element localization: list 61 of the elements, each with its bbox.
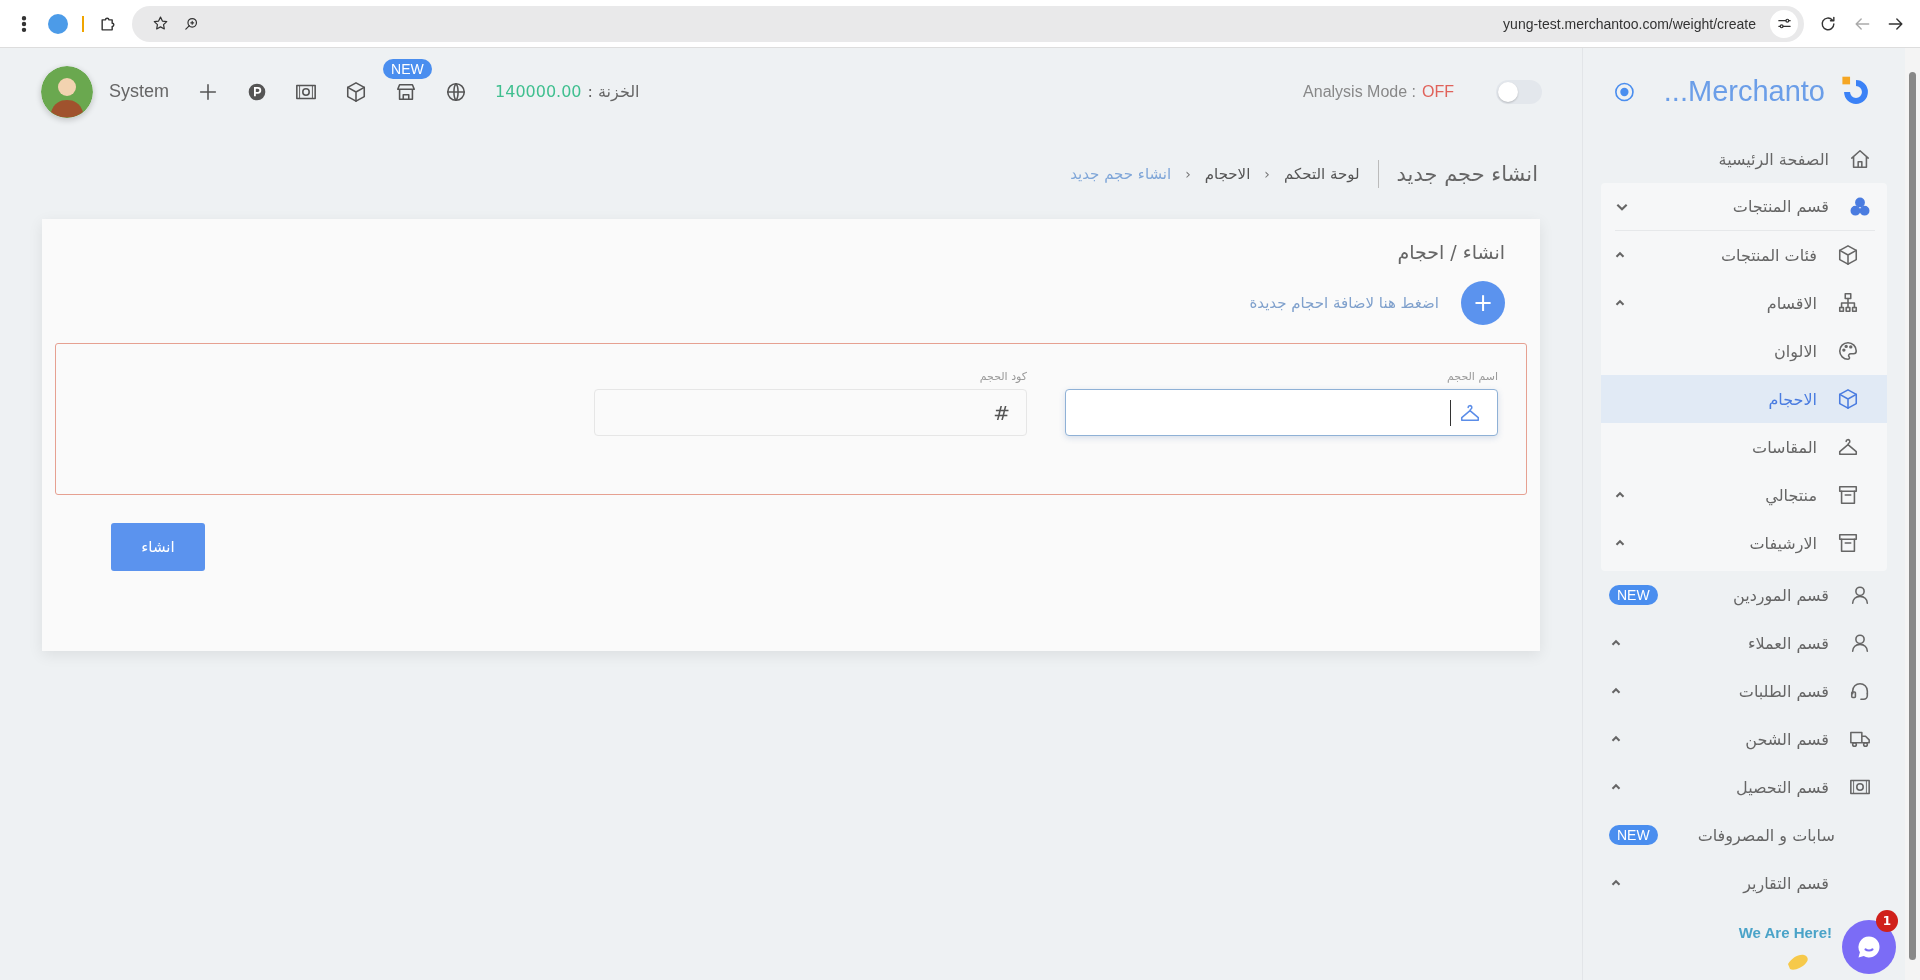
breadcrumb-link[interactable]: الاحجام — [1204, 165, 1251, 183]
globe-icon[interactable] — [445, 80, 467, 103]
site-settings-button[interactable] — [1770, 9, 1798, 38]
parking-icon[interactable] — [247, 81, 267, 102]
home-icon — [1849, 148, 1871, 170]
new-badge: NEW — [1609, 585, 1658, 605]
analysis-toggle[interactable] — [1496, 79, 1542, 104]
sidebar-item[interactable]: قسم الطلبات — [1583, 667, 1905, 715]
submit-button[interactable]: انشاء — [111, 523, 205, 571]
user-icon — [1849, 584, 1871, 606]
chat-tagline: We Are Here! — [1738, 924, 1832, 941]
scrollbar[interactable] — [1909, 72, 1916, 960]
breadcrumb-separator: ‹ — [1185, 166, 1191, 182]
page-title: انشاء حجم جديد — [1396, 162, 1538, 186]
palette-icon — [1837, 340, 1859, 362]
sidebar-item[interactable]: الاقسام — [1601, 279, 1887, 327]
archive-icon — [1837, 532, 1859, 554]
address-bar[interactable]: yung-test.merchantoo.com/weight/create — [132, 5, 1804, 42]
zoom-icon[interactable] — [183, 15, 200, 32]
user-name[interactable]: System — [109, 81, 169, 102]
url-text: yung-test.merchantoo.com/weight/create — [1503, 15, 1756, 32]
field-label: كود الحجم — [978, 370, 1027, 383]
sidebar-item[interactable]: قسم المنتجات — [1615, 183, 1875, 231]
sidebar-item[interactable]: قسم التقارير — [1583, 859, 1905, 907]
sidebar-item[interactable]: منتجالي — [1601, 471, 1887, 519]
bookmark-icon[interactable] — [152, 15, 169, 32]
sidebar-item[interactable]: فئات المنتجات — [1601, 231, 1887, 279]
hash-icon: # — [993, 400, 1010, 425]
cubes-icon — [1849, 195, 1871, 218]
add-button[interactable]: + — [1461, 281, 1505, 325]
sidebar-item[interactable]: المقاسات — [1601, 423, 1887, 471]
treasury-amount: 140000.00 — [495, 82, 582, 101]
breadcrumb-separator: ‹ — [1264, 166, 1270, 182]
field-label: اسم الحجم — [1445, 370, 1498, 383]
treasury-label: الخزنة : — [587, 82, 640, 101]
sidebar-item[interactable]: قسم التحصيل — [1583, 763, 1905, 811]
box-icon[interactable] — [345, 80, 367, 103]
new-badge: NEW — [1609, 825, 1658, 845]
archive-icon — [1837, 484, 1859, 506]
sidebar-item[interactable]: الاحجام — [1601, 375, 1887, 423]
box-icon — [1837, 388, 1859, 410]
site-icon[interactable] — [48, 13, 68, 34]
hanger-icon — [1837, 436, 1859, 458]
avatar[interactable] — [41, 65, 93, 118]
sidebar-item[interactable]: الالوان — [1601, 327, 1887, 375]
sitemap-icon — [1837, 292, 1859, 314]
new-badge: NEW — [383, 58, 432, 79]
analysis-mode-state: OFF — [1422, 82, 1454, 101]
headset-icon — [1849, 680, 1871, 702]
sidebar-item[interactable]: الصفحة الرئيسية — [1583, 135, 1905, 183]
box-icon — [1837, 244, 1859, 266]
breadcrumb-link[interactable]: لوحة التحكم — [1283, 165, 1360, 183]
input-field[interactable]: # — [594, 389, 1027, 436]
user-icon — [1849, 632, 1871, 654]
analysis-mode-label: Analysis Mode : — [1303, 82, 1416, 101]
sidebar-item[interactable]: قسم العملاء — [1583, 619, 1905, 667]
card-title: انشاء / احجام — [1396, 241, 1506, 263]
input-field[interactable] — [1065, 389, 1498, 436]
sidebar-item[interactable]: قسم الشحن — [1583, 715, 1905, 763]
add-link[interactable]: اضغط هنا لاضافة احجام جديدة — [1249, 294, 1439, 312]
sidebar-item[interactable]: الارشيفات — [1601, 519, 1887, 567]
